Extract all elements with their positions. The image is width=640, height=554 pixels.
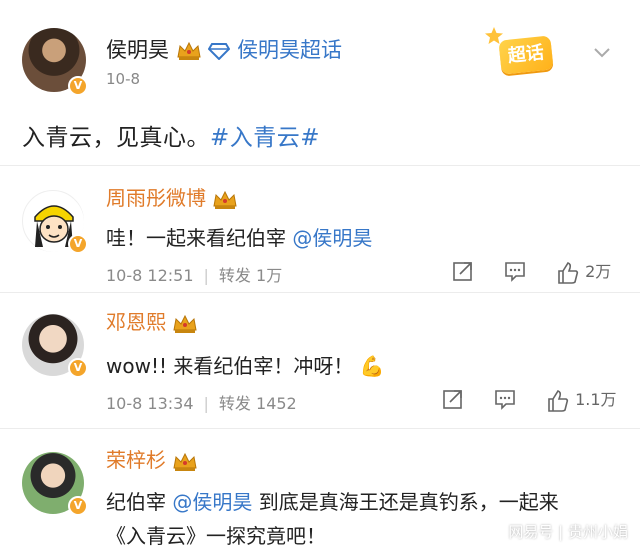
comment-time: 10-8 13:34: [106, 394, 194, 413]
comment-icon: [505, 262, 525, 282]
super-topic-diamond-icon: [208, 43, 231, 60]
comment-text: 纪伯宰 @侯明昊 到底是真海王还是真钓系，一起来: [106, 486, 559, 515]
comment-button[interactable]: [504, 260, 526, 282]
comment-body: wow!! 来看纪伯宰！冲呀！: [106, 354, 354, 378]
share-button[interactable]: [442, 388, 464, 410]
super-topic-link[interactable]: 侯明昊超话: [237, 38, 342, 62]
divider: [0, 428, 640, 429]
repost-count: 1万: [256, 266, 283, 285]
commenter-name-line: 荣梓杉: [106, 444, 198, 473]
commenter-name-line: 邓恩熙: [106, 306, 198, 335]
like-button[interactable]: 2万: [556, 258, 611, 285]
post-date: 10-8: [106, 70, 141, 88]
super-topic-sticker[interactable]: 超话: [482, 26, 562, 82]
comment-text: 哇！一起来看纪伯宰 @侯明昊: [106, 222, 372, 251]
commenter-name[interactable]: 邓恩熙: [106, 310, 166, 334]
muscle-emoji: 💪: [359, 354, 385, 378]
repost-label[interactable]: 转发: [219, 394, 251, 413]
share-button[interactable]: [452, 260, 474, 282]
mention-link[interactable]: @侯明昊: [292, 226, 372, 250]
comment-body: 哇！一起来看纪伯宰: [106, 226, 286, 250]
divider: [0, 165, 640, 166]
comment-meta: 10-8 12:51 | 转发 1万: [106, 266, 283, 285]
author-line: 侯明昊 侯明昊超话: [106, 34, 342, 64]
commenter-name-line: 周雨彤微博: [106, 182, 238, 211]
comment-text: wow!! 来看纪伯宰！冲呀！ 💪: [106, 350, 385, 379]
thumbs-up-icon: [548, 389, 569, 412]
crown-icon: [173, 314, 197, 333]
commenter-name[interactable]: 周雨彤微博: [106, 186, 206, 210]
verified-badge-icon: V: [68, 76, 88, 96]
post-text: 入青云，见真心。#入青云#: [22, 118, 320, 152]
comment-time: 10-8 12:51: [106, 266, 194, 285]
comment-icon: [495, 390, 515, 410]
comment-body-cont: 到底是真海王还是真钓系，一起来: [258, 490, 559, 514]
mention-link[interactable]: @侯明昊: [172, 490, 252, 514]
thumbs-up-icon: [558, 261, 579, 284]
comment-text-line2: 《入青云》一探究竟吧！: [106, 524, 326, 548]
verified-badge-icon: V: [68, 358, 88, 378]
author-name[interactable]: 侯明昊: [106, 38, 169, 62]
repost-count: 1452: [256, 394, 297, 413]
share-icon: [453, 262, 472, 281]
chevron-down-icon[interactable]: [592, 42, 612, 62]
share-icon: [443, 390, 462, 409]
commenter-name[interactable]: 荣梓杉: [106, 448, 166, 472]
comment-meta: 10-8 13:34 | 转发 1452: [106, 394, 297, 413]
post-body: 入青云，见真心。: [22, 125, 210, 151]
watermark: 网易号 | 贵州小娟: [508, 523, 628, 541]
post-header: V 侯明昊 侯明昊超话 10-8 超话: [22, 24, 622, 104]
divider: [0, 292, 640, 293]
comment-button[interactable]: [494, 388, 516, 410]
post-hashtag[interactable]: #入青云#: [210, 125, 320, 151]
like-button[interactable]: 1.1万: [546, 386, 617, 413]
comment-body: 纪伯宰: [106, 490, 166, 514]
repost-label[interactable]: 转发: [219, 266, 251, 285]
crown-icon: [173, 452, 197, 471]
verified-badge-icon: V: [68, 234, 88, 254]
comment-item: V 邓恩熙 wow!! 来看纪伯宰！冲呀！ 💪 10-8 13:34 | 转发 14…: [22, 306, 622, 416]
like-count: 2万: [585, 262, 612, 281]
crown-icon: [213, 190, 237, 209]
super-topic-badge: 超话: [498, 35, 554, 75]
like-count: 1.1万: [575, 390, 617, 409]
crown-icon: [177, 41, 201, 60]
verified-badge-icon: V: [68, 496, 88, 516]
comment-item: V 周雨彤微博 哇！一起来看纪伯宰 @侯明昊 10-8 12:51 | 转发 1万 …: [22, 182, 622, 292]
